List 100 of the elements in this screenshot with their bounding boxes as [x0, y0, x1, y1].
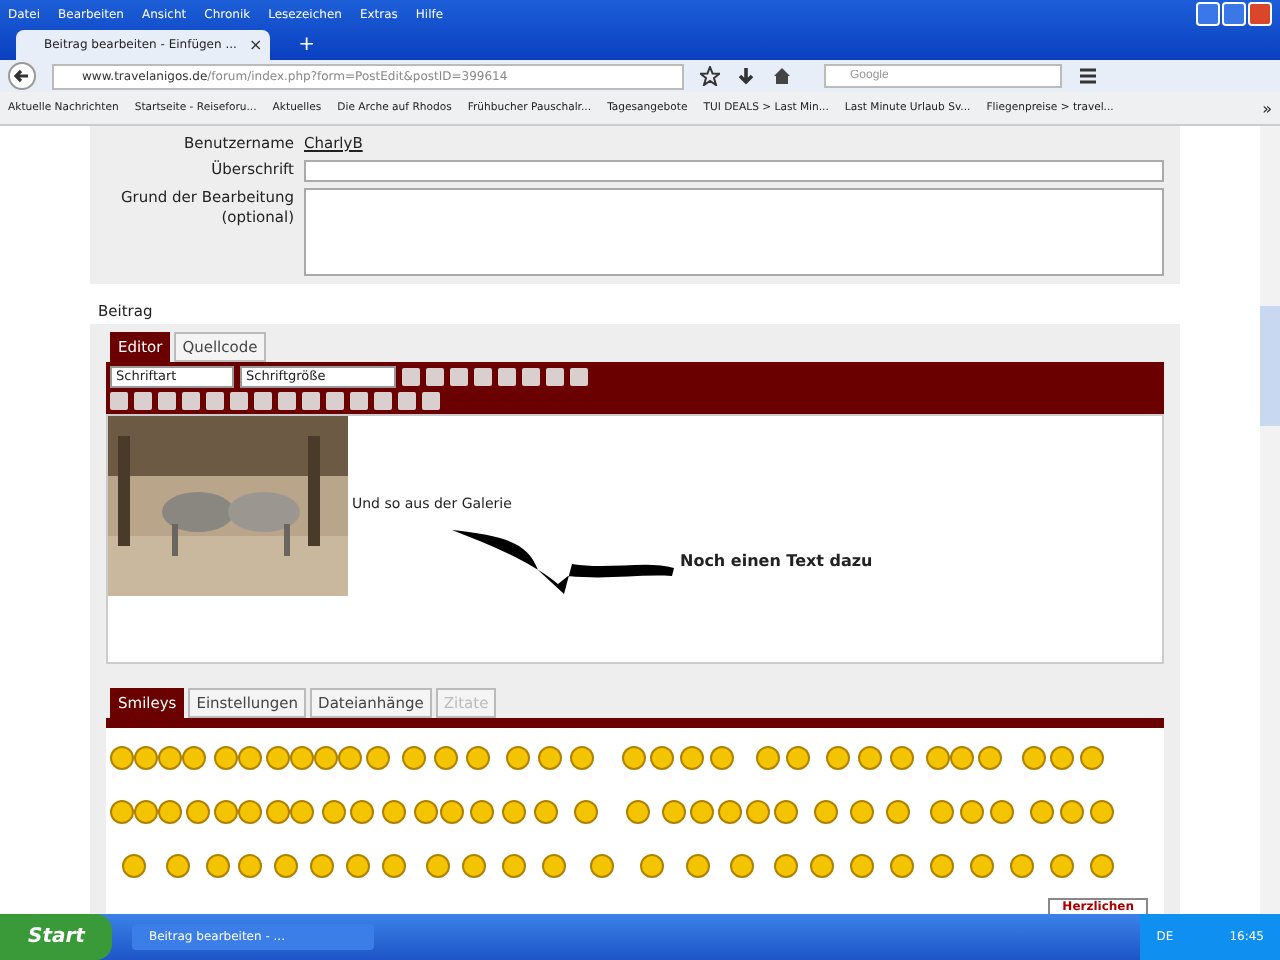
smiley-icon[interactable]: [890, 746, 914, 770]
star-icon[interactable]: [700, 66, 720, 86]
smiley-icon[interactable]: [238, 854, 262, 878]
smiley-icon[interactable]: [158, 800, 182, 824]
smiley-icon[interactable]: [1010, 854, 1034, 878]
smiley-icon[interactable]: [266, 800, 290, 824]
smiley-icon[interactable]: [756, 746, 780, 770]
smiley-icon[interactable]: [502, 854, 526, 878]
smiley-icon[interactable]: [926, 746, 950, 770]
smiley-icon[interactable]: [810, 854, 834, 878]
smiley-icon[interactable]: [538, 746, 562, 770]
smiley-icon[interactable]: [686, 854, 710, 878]
smiley-icon[interactable]: [506, 746, 530, 770]
smiley-icon[interactable]: [690, 800, 714, 824]
smiley-icon[interactable]: [850, 854, 874, 878]
smiley-icon[interactable]: [814, 800, 838, 824]
smiley-icon[interactable]: [470, 800, 494, 824]
back-icon[interactable]: [8, 62, 36, 90]
smiley-icon[interactable]: [990, 800, 1014, 824]
smiley-icon[interactable]: [382, 854, 406, 878]
smiley-icon[interactable]: [502, 800, 526, 824]
smiley-icon[interactable]: [110, 800, 134, 824]
smiley-icon[interactable]: [730, 854, 754, 878]
more-bookmarks-button[interactable]: »: [1262, 99, 1272, 117]
reason-field[interactable]: [304, 188, 1164, 276]
close-tab-button[interactable]: ×: [240, 30, 271, 60]
smiley-icon[interactable]: [534, 800, 558, 824]
smiley-icon[interactable]: [314, 746, 338, 770]
smiley-icon[interactable]: [166, 854, 190, 878]
smiley-icon[interactable]: [440, 800, 464, 824]
smiley-icon[interactable]: [626, 800, 650, 824]
smiley-icon[interactable]: [930, 854, 954, 878]
smiley-icon[interactable]: [402, 746, 426, 770]
smiley-icon[interactable]: [1090, 854, 1114, 878]
smiley-icon[interactable]: [266, 746, 290, 770]
menu-icon[interactable]: [1078, 66, 1098, 86]
smiley-icon[interactable]: [650, 746, 674, 770]
smiley-icon[interactable]: [774, 800, 798, 824]
smiley-icon[interactable]: [1022, 746, 1046, 770]
smiley-icon[interactable]: [886, 800, 910, 824]
smiley-icon[interactable]: [134, 746, 158, 770]
smiley-icon[interactable]: [466, 746, 490, 770]
smiley-icon[interactable]: [1060, 800, 1084, 824]
smiley-icon[interactable]: [622, 746, 646, 770]
smiley-icon[interactable]: [978, 746, 1002, 770]
smiley-icon[interactable]: [574, 800, 598, 824]
smiley-icon[interactable]: [640, 854, 664, 878]
smiley-icon[interactable]: [366, 746, 390, 770]
smiley-icon[interactable]: [346, 854, 370, 878]
smiley-icon[interactable]: [182, 746, 206, 770]
smiley-icon[interactable]: [238, 746, 262, 770]
smiley-icon[interactable]: [158, 746, 182, 770]
smiley-icon[interactable]: [826, 746, 850, 770]
smiley-icon[interactable]: [186, 800, 210, 824]
home-icon[interactable]: [772, 66, 792, 86]
smiley-icon[interactable]: [950, 746, 974, 770]
smiley-icon[interactable]: [710, 746, 734, 770]
smiley-icon[interactable]: [680, 746, 704, 770]
smiley-icon[interactable]: [786, 746, 810, 770]
smiley-icon[interactable]: [110, 746, 134, 770]
smiley-icon[interactable]: [930, 800, 954, 824]
smiley-icon[interactable]: [414, 800, 438, 824]
smiley-icon[interactable]: [322, 800, 346, 824]
smiley-icon[interactable]: [310, 854, 334, 878]
smiley-icon[interactable]: [214, 800, 238, 824]
smiley-icon[interactable]: [426, 854, 450, 878]
smiley-icon[interactable]: [122, 854, 146, 878]
smiley-icon[interactable]: [570, 746, 594, 770]
smiley-icon[interactable]: [1030, 800, 1054, 824]
smiley-icon[interactable]: [1090, 800, 1114, 824]
smiley-icon[interactable]: [290, 746, 314, 770]
smiley-icon[interactable]: [960, 800, 984, 824]
smiley-icon[interactable]: [1050, 854, 1074, 878]
smiley-icon[interactable]: [858, 746, 882, 770]
smiley-icon[interactable]: [206, 854, 230, 878]
smiley-icon[interactable]: [718, 800, 742, 824]
smiley-icon[interactable]: [382, 800, 406, 824]
smiley-icon[interactable]: [434, 746, 458, 770]
smiley-icon[interactable]: [542, 854, 566, 878]
smiley-icon[interactable]: [774, 854, 798, 878]
smiley-icon[interactable]: [274, 854, 298, 878]
new-tab-button[interactable]: +: [298, 30, 316, 60]
smiley-icon[interactable]: [338, 746, 362, 770]
smiley-icon[interactable]: [970, 854, 994, 878]
scrollbar[interactable]: [1260, 126, 1280, 914]
smiley-icon[interactable]: [238, 800, 262, 824]
smiley-icon[interactable]: [350, 800, 374, 824]
smiley-icon[interactable]: [1050, 746, 1074, 770]
smiley-icon[interactable]: [290, 800, 314, 824]
download-icon[interactable]: [736, 66, 756, 86]
start-button[interactable]: Start: [0, 914, 113, 960]
subject-field[interactable]: [304, 160, 1164, 182]
smiley-icon[interactable]: [850, 800, 874, 824]
smiley-icon[interactable]: [662, 800, 686, 824]
smiley-icon[interactable]: [214, 746, 238, 770]
smiley-icon[interactable]: [746, 800, 770, 824]
smiley-icon[interactable]: [1080, 746, 1104, 770]
smiley-icon[interactable]: [890, 854, 914, 878]
smiley-icon[interactable]: [134, 800, 158, 824]
smiley-icon[interactable]: [462, 854, 486, 878]
